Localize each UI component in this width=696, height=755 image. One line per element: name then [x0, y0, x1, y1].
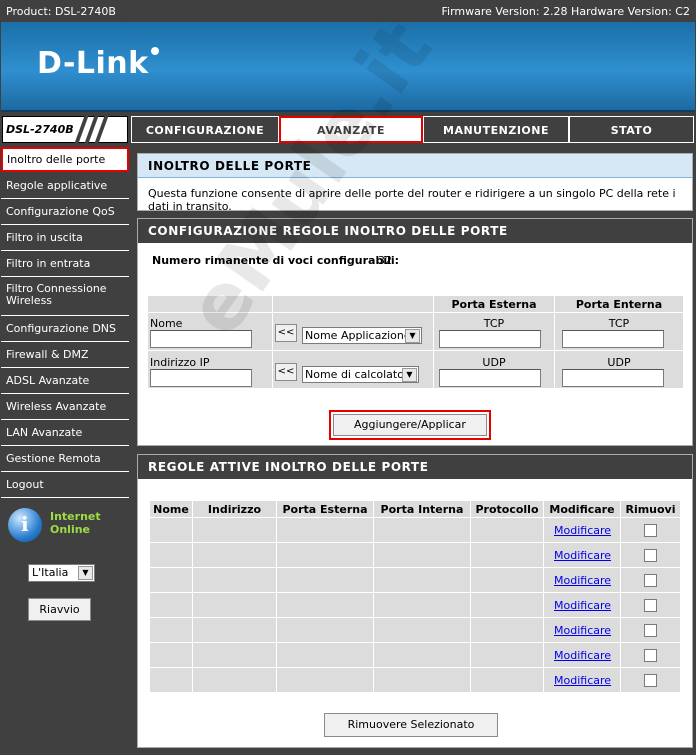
chevron-down-icon: ▼	[402, 368, 417, 382]
sidebar-item-gestione-remota[interactable]: Gestione Remota	[1, 446, 129, 472]
sidebar-item-inoltro-porte[interactable]: Inoltro delle porte	[1, 147, 129, 172]
edit-rule-link[interactable]: Modificare	[554, 599, 611, 612]
chevron-down-icon: ▼	[78, 566, 93, 580]
rules-header-3: Porta Interna	[380, 503, 464, 516]
intro-text: Questa funzione consente di aprire delle…	[148, 187, 676, 213]
chevron-down-icon: ▼	[405, 329, 420, 343]
sidebar-item-filtro-wireless[interactable]: Filtro Connessione Wireless	[1, 277, 129, 316]
remove-checkbox[interactable]	[644, 674, 657, 687]
ip-input[interactable]	[150, 369, 252, 387]
rules-header-1: Indirizzo	[207, 503, 262, 516]
tab-stato[interactable]: STATO	[569, 116, 694, 143]
name-input[interactable]	[150, 330, 252, 348]
intro-panel: INOLTRO DELLE PORTE Questa funzione cons…	[137, 153, 693, 213]
sidebar-item-logout[interactable]: Logout	[1, 472, 129, 498]
copy-app-button[interactable]: <<	[275, 324, 297, 342]
external-udp-input[interactable]	[439, 369, 541, 387]
application-select[interactable]: Nome Applicazione ▼	[302, 327, 422, 344]
col-external-header: Porta Esterna	[451, 298, 537, 311]
sidebar-item-dns[interactable]: Configurazione DNS	[1, 316, 129, 342]
model-badge: DSL-2740B	[2, 115, 128, 147]
rules-header-5: Modificare	[549, 503, 615, 516]
top-info-bar: Product: DSL-2740B Firmware Version: 2.2…	[0, 0, 696, 22]
info-icon: i	[21, 512, 29, 536]
internal-udp-label: UDP	[607, 356, 631, 369]
external-tcp-label: TCP	[483, 317, 505, 330]
active-rules-title: REGOLE ATTIVE INOLTRO DELLE PORTE	[138, 455, 692, 479]
computer-select[interactable]: Nome di calcolatore ▼	[302, 366, 419, 383]
internal-tcp-input[interactable]	[562, 330, 664, 348]
tab-manutenzione[interactable]: MANUTENZIONE	[423, 116, 569, 143]
external-tcp-input[interactable]	[439, 330, 541, 348]
remove-checkbox[interactable]	[644, 549, 657, 562]
product-label: Product: DSL-2740B	[6, 5, 116, 18]
remove-checkbox[interactable]	[644, 599, 657, 612]
tab-avanzate[interactable]: AVANZATE	[279, 116, 423, 143]
remove-checkbox[interactable]	[644, 574, 657, 587]
remaining-label: Numero rimanente di voci configurabili:	[152, 254, 400, 267]
config-panel: CONFIGURAZIONE REGOLE INOLTRO DELLE PORT…	[137, 218, 693, 446]
reboot-button[interactable]: Riavvio	[28, 598, 91, 621]
tab-configurazione[interactable]: CONFIGURAZIONE	[131, 116, 279, 143]
rules-header-0: Nome	[153, 503, 189, 516]
config-title: CONFIGURAZIONE REGOLE INOLTRO DELLE PORT…	[138, 219, 692, 243]
dlink-logo: D-Link	[37, 46, 159, 81]
external-udp-label: UDP	[482, 356, 506, 369]
edit-rule-link[interactable]: Modificare	[554, 674, 611, 687]
ip-label: Indirizzo IP	[150, 356, 210, 369]
col-internal-header: Porta Enterna	[575, 298, 663, 311]
edit-rule-link[interactable]: Modificare	[554, 624, 611, 637]
edit-rule-link[interactable]: Modificare	[554, 524, 611, 537]
edit-rule-link[interactable]: Modificare	[554, 549, 611, 562]
internet-status: i Internet Online	[8, 508, 128, 544]
sidebar-item-lan[interactable]: LAN Avanzate	[1, 420, 129, 446]
remove-checkbox[interactable]	[644, 524, 657, 537]
internal-tcp-label: TCP	[608, 317, 630, 330]
sidebar: Inoltro delle porte Regole applicative C…	[0, 146, 130, 755]
name-label: Nome	[150, 317, 183, 330]
remove-selected-button[interactable]: Rimuovere Selezionato	[324, 713, 498, 737]
sidebar-item-adsl[interactable]: ADSL Avanzate	[1, 368, 129, 394]
internal-udp-input[interactable]	[562, 369, 664, 387]
main-nav: DSL-2740B CONFIGURAZIONE AVANZATE MANUTE…	[0, 113, 696, 147]
sidebar-item-qos[interactable]: Configurazione QoS	[1, 199, 129, 225]
remove-checkbox[interactable]	[644, 624, 657, 637]
remove-checkbox[interactable]	[644, 649, 657, 662]
brand-banner: D-Link	[1, 22, 695, 112]
remaining-value: 32	[378, 254, 392, 267]
sidebar-item-wireless[interactable]: Wireless Avanzate	[1, 394, 129, 420]
rules-table: Nome Indirizzo Porta Esterna Porta Interna P…	[150, 501, 680, 693]
sidebar-item-filtro-uscita[interactable]: Filtro in uscita	[1, 225, 129, 251]
language-select[interactable]: L'Italia ▼	[28, 564, 95, 582]
config-grid: Porta Esterna Porta Enterna Nome << Nome…	[148, 295, 684, 407]
rules-header-4: Protocollo	[475, 503, 539, 516]
sidebar-item-filtro-entrata[interactable]: Filtro in entrata	[1, 251, 129, 277]
active-rules-panel: REGOLE ATTIVE INOLTRO DELLE PORTE Nome In…	[137, 454, 693, 748]
firmware-label: Firmware Version: 2.28 Hardware Version:…	[441, 5, 691, 18]
rules-header-6: Rimuovi	[625, 503, 676, 516]
sidebar-item-firewall[interactable]: Firewall & DMZ	[1, 342, 129, 368]
copy-pc-button[interactable]: <<	[275, 363, 297, 381]
edit-rule-link[interactable]: Modificare	[554, 649, 611, 662]
main-content: INOLTRO DELLE PORTE Questa funzione cons…	[130, 146, 696, 755]
apply-button[interactable]: Aggiungere/Applicar	[333, 414, 487, 436]
edit-rule-link[interactable]: Modificare	[554, 574, 611, 587]
sidebar-item-regole-applicative[interactable]: Regole applicative	[1, 173, 129, 199]
page-title: INOLTRO DELLE PORTE	[138, 154, 692, 178]
rules-header-2: Porta Esterna	[282, 503, 368, 516]
